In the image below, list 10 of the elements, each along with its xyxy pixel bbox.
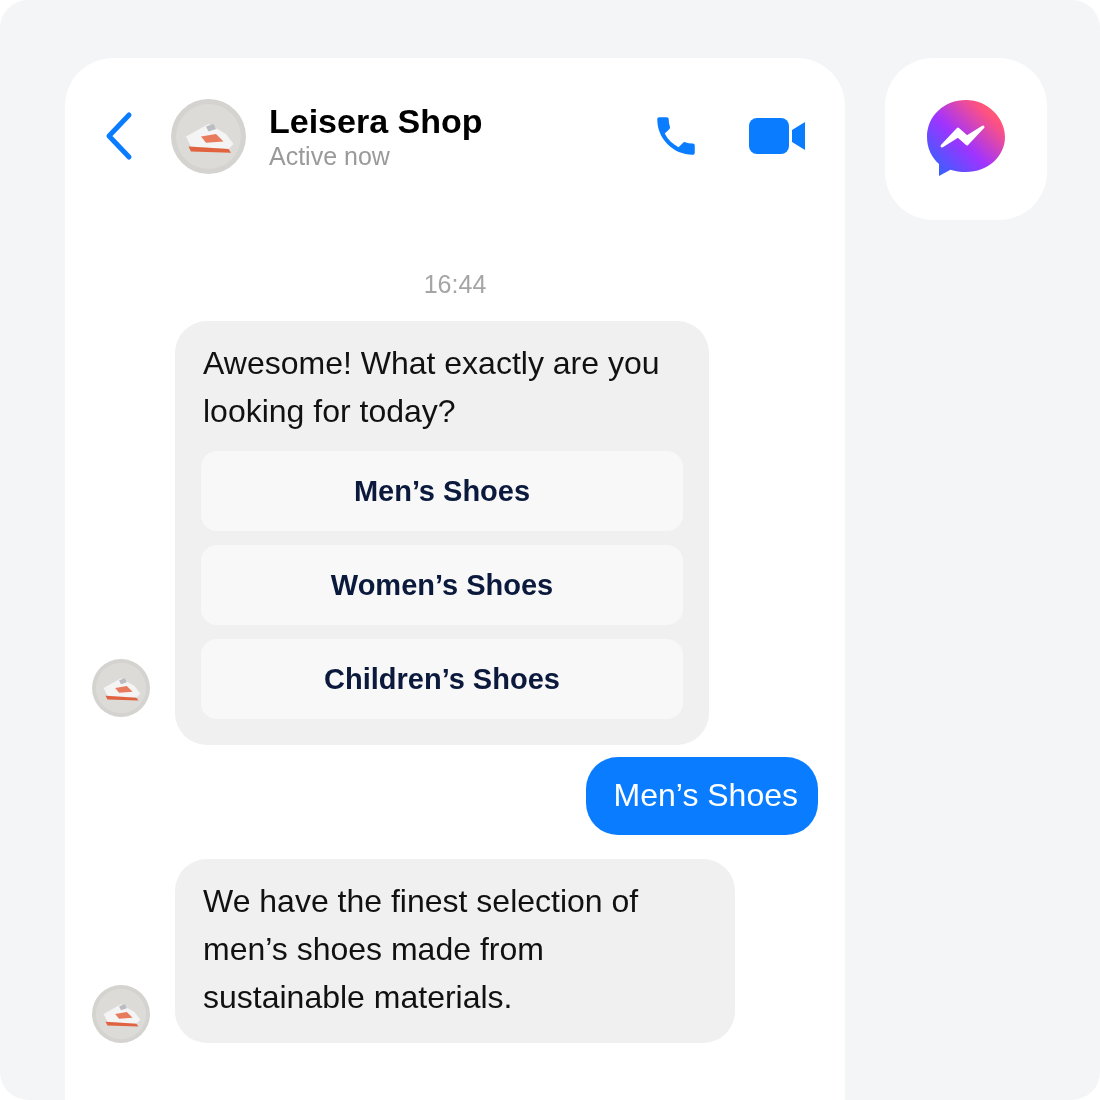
video-camera-icon[interactable] bbox=[749, 116, 807, 156]
quick-reply-button[interactable]: Women’s Shoes bbox=[201, 545, 683, 625]
contact-name: Leisera Shop bbox=[269, 101, 484, 141]
quick-reply-button[interactable]: Children’s Shoes bbox=[201, 639, 683, 719]
quick-reply-button[interactable]: Men’s Shoes bbox=[201, 451, 683, 531]
message-text: Awesome! What exactly are you looking for today? bbox=[203, 344, 661, 431]
timestamp: 16:44 bbox=[423, 270, 487, 299]
contact-status: Active now bbox=[269, 141, 391, 171]
message-text: Men’s Shoes bbox=[613, 776, 798, 815]
message-text: We have the finest selection of men’s shoes made from sustainable materials. bbox=[203, 882, 640, 1017]
